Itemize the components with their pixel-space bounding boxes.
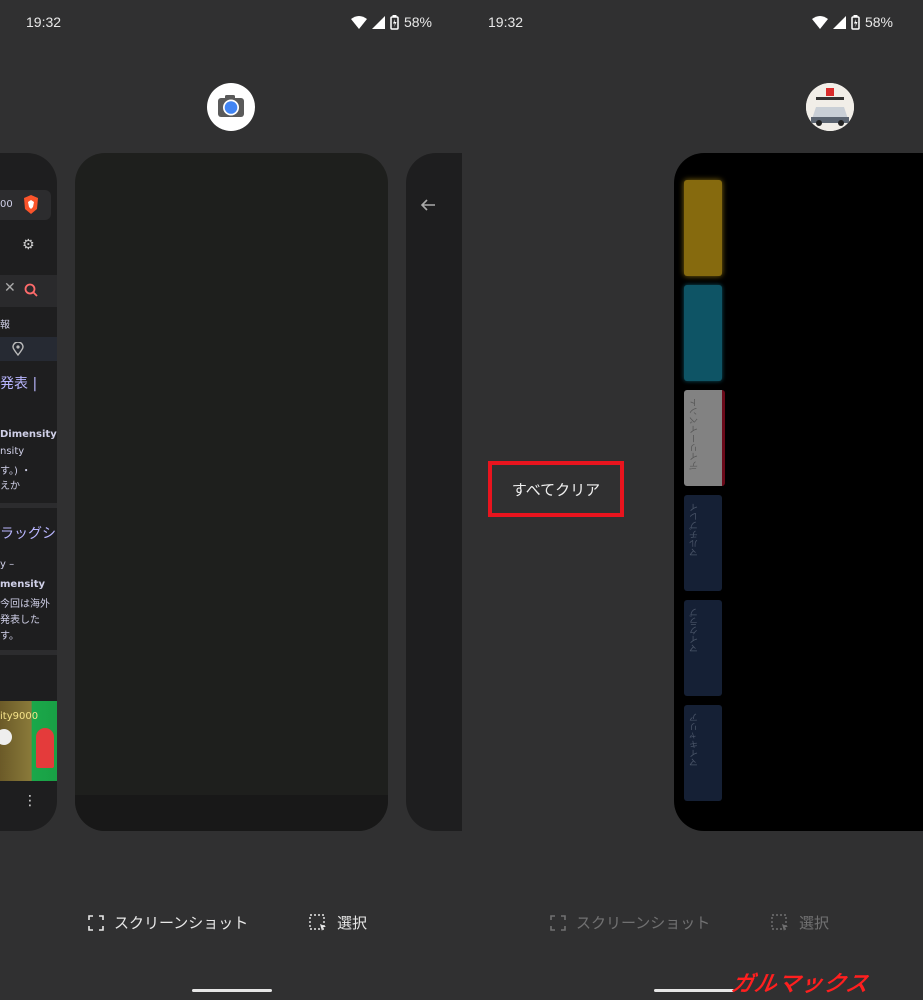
battery-icon xyxy=(390,14,399,30)
select-label: 選択 xyxy=(337,914,368,932)
game-menu-tab: マイクラブ xyxy=(684,600,722,696)
recents-screen-left: 19:32 58% 00 ⚙ ✕ 報 発表 | Dimensity nsity … xyxy=(0,0,462,1000)
game-menu-tab: マルチプレイ xyxy=(684,495,722,591)
back-arrow-icon xyxy=(420,199,435,211)
divider xyxy=(0,503,57,508)
gesture-nav-bar[interactable] xyxy=(192,989,272,992)
thumbnail-text: ity9000 xyxy=(0,711,39,722)
text-fragment: mensity xyxy=(0,579,45,590)
location-row xyxy=(0,337,57,361)
wifi-icon xyxy=(811,15,828,29)
battery-icon xyxy=(851,14,860,30)
text-fragment: y – xyxy=(0,559,15,570)
recents-actions: スクリーンショット 選択 xyxy=(0,912,462,936)
person-thumbnail xyxy=(36,728,54,768)
gear-icon: ⚙ xyxy=(22,237,35,253)
screenshot-label: スクリーンショット xyxy=(114,914,249,932)
status-icons: 58% xyxy=(811,14,893,30)
game-menu-tab-label: マイキャリア xyxy=(690,713,700,767)
game-menu-tab-label: デイリーイベント xyxy=(690,398,700,470)
screenshot-button[interactable]: スクリーンショット xyxy=(550,912,710,933)
status-bar: 19:32 58% xyxy=(0,14,462,34)
screenshot-button[interactable]: スクリーンショット xyxy=(88,912,248,933)
url-fragment: 00 xyxy=(0,199,13,210)
recent-app-card-browser[interactable]: 00 ⚙ ✕ 報 発表 | Dimensity nsity す。) ・ えか ラ… xyxy=(0,153,57,831)
select-icon xyxy=(771,913,788,931)
signal-icon xyxy=(832,15,846,29)
screenshot-icon xyxy=(88,914,104,931)
select-button[interactable]: 選択 xyxy=(309,912,367,933)
battery-percent: 58% xyxy=(403,14,432,30)
battery-percent: 58% xyxy=(864,14,893,30)
status-icons: 58% xyxy=(350,14,432,30)
text-fragment: 報 xyxy=(0,320,10,331)
text-fragment: Dimensity xyxy=(0,429,57,440)
game-menu-tab xyxy=(684,180,722,276)
select-label: 選択 xyxy=(799,914,830,932)
game-menu-tab: マイキャリア xyxy=(684,705,722,801)
search-icon xyxy=(24,283,38,297)
status-time: 19:32 xyxy=(26,14,62,30)
text-fragment: 発表した xyxy=(0,615,40,626)
screenshot-icon xyxy=(550,914,566,931)
close-icon: ✕ xyxy=(4,280,16,296)
clear-all-label: すべてクリア xyxy=(511,480,601,499)
camera-app-icon[interactable] xyxy=(207,83,255,131)
recents-screen-right: 19:32 58% すべてクリア デイリーイベントマルチプレイマイクラブマイキャ… xyxy=(462,0,923,1000)
camera-bottom-bar xyxy=(75,795,388,831)
clear-all-button[interactable]: すべてクリア xyxy=(488,461,624,517)
game-menu-tab-label: マイクラブ xyxy=(690,608,700,653)
select-button[interactable]: 選択 xyxy=(771,912,829,933)
select-icon xyxy=(309,913,326,931)
more-options-icon: ⋮ xyxy=(23,793,37,809)
divider xyxy=(0,650,57,655)
text-fragment: nsity xyxy=(0,446,25,457)
wifi-icon xyxy=(350,15,367,29)
gesture-nav-bar[interactable] xyxy=(654,989,734,992)
headline-fragment: ラッグシ xyxy=(0,526,56,542)
status-bar: 19:32 58% xyxy=(462,14,923,34)
signal-icon xyxy=(371,15,385,29)
status-time: 19:32 xyxy=(488,14,524,30)
game-menu-tab xyxy=(684,285,722,381)
recent-app-card-camera[interactable] xyxy=(75,153,388,831)
text-fragment: えか xyxy=(0,481,20,492)
recent-app-card-asphalt[interactable]: デイリーイベントマルチプレイマイクラブマイキャリア xyxy=(674,153,923,831)
headline-fragment: 発表 | xyxy=(0,376,38,392)
location-pin-icon xyxy=(12,342,24,356)
game-menu-tab: デイリーイベント xyxy=(684,390,725,486)
game-menu-tab-label: マルチプレイ xyxy=(690,503,700,557)
text-fragment: す。) ・ xyxy=(0,466,32,477)
recent-app-card-next[interactable] xyxy=(406,153,462,831)
watermark: ガルマックス xyxy=(729,972,872,997)
brave-shield-icon xyxy=(24,195,38,214)
text-fragment: す。 xyxy=(0,631,19,642)
screenshot-label: スクリーンショット xyxy=(576,914,711,932)
recents-actions: スクリーンショット 選択 xyxy=(462,912,923,936)
asphalt-9-app-icon[interactable] xyxy=(806,83,854,131)
text-fragment: 今回は海外 xyxy=(0,599,50,610)
